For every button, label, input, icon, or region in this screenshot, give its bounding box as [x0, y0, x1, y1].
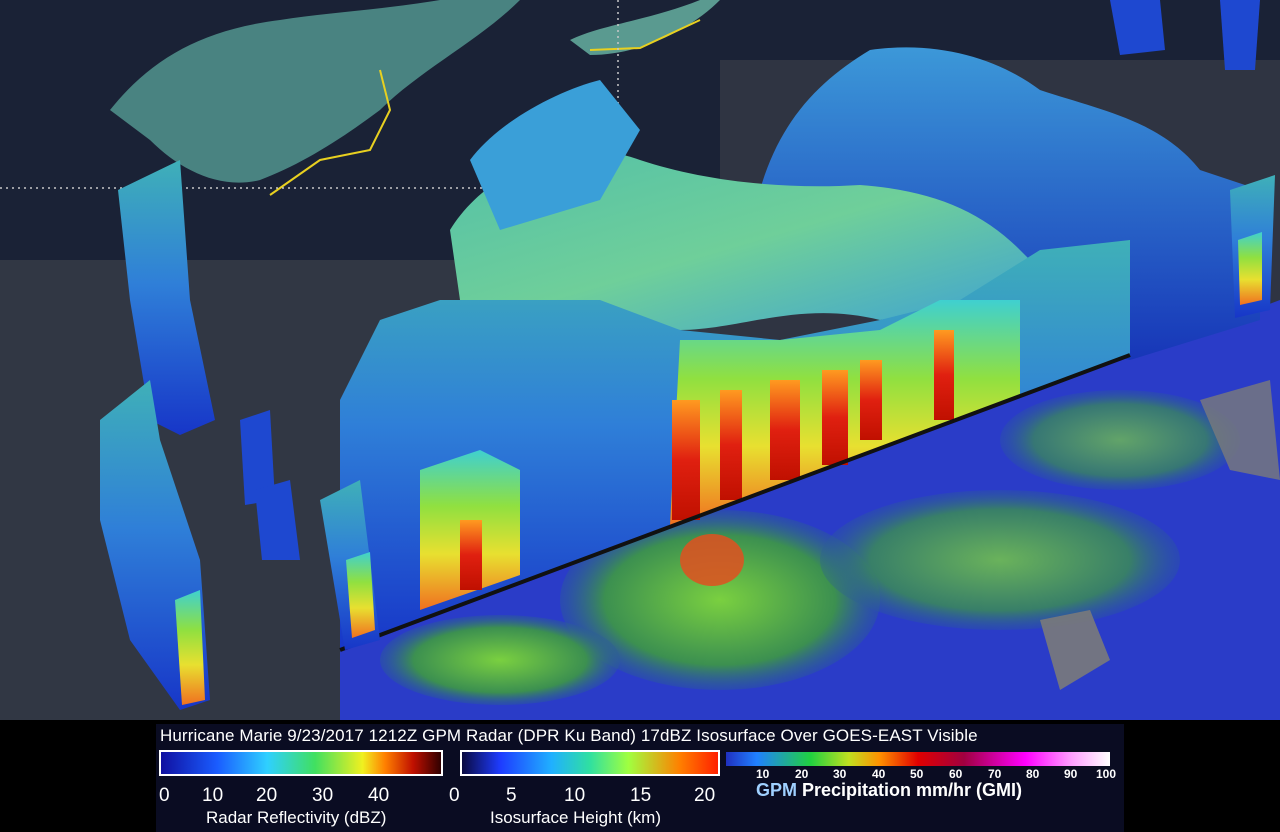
core-band-2	[720, 390, 742, 500]
reflectivity-tick-20: 20	[256, 785, 278, 806]
precip-tick-40: 40	[872, 767, 886, 781]
gpm-prefix: GPM	[756, 780, 798, 800]
core-band-4	[822, 370, 848, 465]
reflectivity-tick-0: 0	[159, 785, 170, 806]
isosurface-colorbar	[460, 750, 720, 776]
core-band-6	[934, 330, 954, 420]
precip-tick-60: 60	[949, 767, 963, 781]
tower-right-top-2	[1220, 0, 1260, 70]
reflectivity-tick-30: 30	[312, 785, 334, 806]
isosurface-tick-20: 20	[694, 785, 716, 806]
precip-tick-70: 70	[988, 767, 1002, 781]
isosurface-tick-15: 15	[630, 785, 652, 806]
satellite-radar-scene	[0, 0, 1280, 720]
precipitation-colorbar	[726, 752, 1110, 766]
core-band-3	[770, 380, 800, 480]
reflectivity-tick-40: 40	[368, 785, 390, 806]
isosurface-tick-10: 10	[564, 785, 586, 806]
reflectivity-tick-10: 10	[202, 785, 224, 806]
isosurface-label: Isosurface Height (km)	[490, 808, 661, 827]
heavy-rain-core	[680, 534, 744, 586]
core-band-left	[460, 520, 482, 590]
precip-tick-50: 50	[910, 767, 924, 781]
precip-tick-30: 30	[833, 767, 847, 781]
precipitation-label-rest: Precipitation mm/hr (GMI)	[797, 780, 1023, 800]
rain-band-right	[820, 490, 1180, 630]
image-title: Hurricane Marie 9/23/2017 1212Z GPM Rada…	[160, 726, 978, 745]
isosurface-tick-0: 0	[449, 785, 460, 806]
precipitation-label: GPM Precipitation mm/hr (GMI)	[756, 780, 1022, 801]
precip-tick-80: 80	[1026, 767, 1040, 781]
hurricane-3d-render	[0, 0, 1280, 720]
precip-tick-100: 100	[1096, 767, 1117, 781]
precip-tick-90: 90	[1064, 767, 1078, 781]
rain-band-left	[380, 615, 620, 705]
isosurface-tick-5: 5	[506, 785, 517, 806]
tower-right-warm	[1238, 232, 1262, 305]
precip-tick-10: 10	[756, 767, 770, 781]
core-band-1	[672, 400, 700, 520]
precip-tick-20: 20	[795, 767, 809, 781]
core-band-5	[860, 360, 882, 440]
reflectivity-label: Radar Reflectivity (dBZ)	[206, 808, 387, 827]
reflectivity-colorbar	[159, 750, 443, 776]
